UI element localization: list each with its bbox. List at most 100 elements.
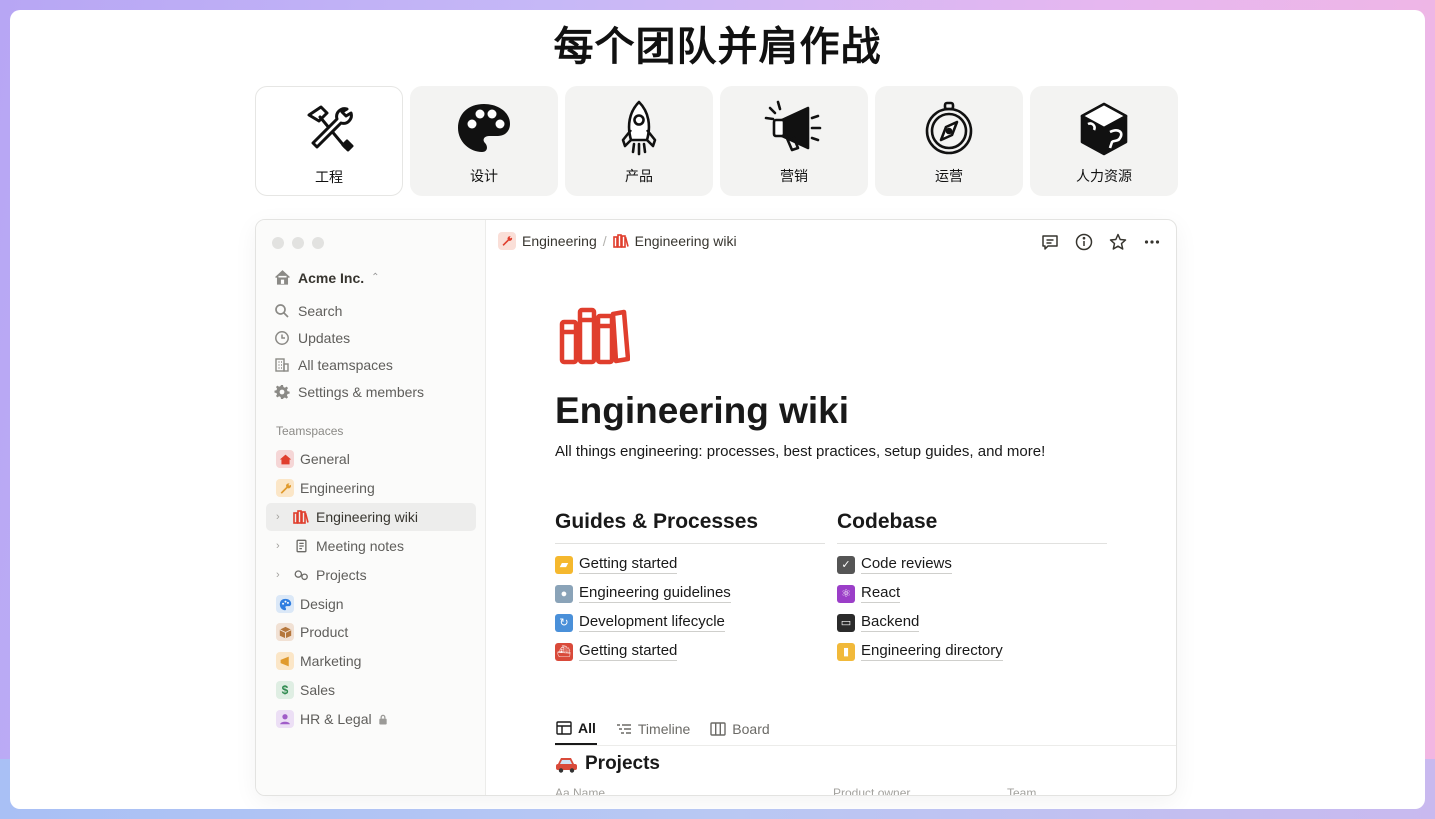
info-icon[interactable] <box>1074 232 1094 252</box>
chevron-right-icon[interactable]: › <box>276 511 286 523</box>
codebase-link-engineering-directory[interactable]: ▮ Engineering directory <box>837 637 1107 666</box>
sidebar-item-label: Engineering wiki <box>316 509 418 525</box>
window-controls <box>272 237 324 249</box>
main-content: Engineering / Engineering wiki Engineeri… <box>486 220 1176 795</box>
compass-icon <box>925 101 973 155</box>
link-label: Getting started <box>579 642 678 661</box>
breadcrumb: Engineering / Engineering wiki <box>498 232 737 250</box>
team-tab-hr[interactable]: 人力资源 <box>1030 86 1178 196</box>
sidebar-item-engineering-wiki[interactable]: › Engineering wiki <box>266 503 476 531</box>
guide-link-development-lifecycle[interactable]: ↻ Development lifecycle <box>555 608 825 637</box>
link-label: Engineering directory <box>861 642 1003 661</box>
team-tab-product[interactable]: 产品 <box>565 86 713 196</box>
notepad-icon <box>292 537 310 555</box>
sidebar-item-product[interactable]: Product <box>266 618 476 646</box>
view-tabs: All Timeline Board <box>555 713 771 745</box>
tab-label: Board <box>732 721 770 737</box>
sidebar-nav-settings[interactable]: Settings & members <box>274 381 424 403</box>
chevron-right-icon[interactable]: › <box>276 569 286 581</box>
sidebar-item-marketing[interactable]: Marketing <box>266 647 476 675</box>
guide-link-getting-started-2[interactable]: ⛴ Getting started <box>555 637 825 666</box>
table-icon <box>556 721 572 735</box>
team-tab-operations[interactable]: 运营 <box>875 86 1023 196</box>
codebase-column: Codebase ✓ Code reviews ⚛ React ▭ Backen… <box>837 510 1107 666</box>
monitor-icon: ▭ <box>837 613 855 632</box>
cycle-icon: ↻ <box>555 613 573 632</box>
link-label: Engineering guidelines <box>579 584 731 603</box>
team-tabs: 工程 设计 产品 营销 运营 人力资源 <box>255 86 1178 196</box>
sidebar-item-design[interactable]: Design <box>266 590 476 618</box>
sidebar-nav-search[interactable]: Search <box>274 300 342 322</box>
guides-column: Guides & Processes ▰ Getting started ● E… <box>555 510 825 666</box>
team-tab-marketing[interactable]: 营销 <box>720 86 868 196</box>
workspace-switcher[interactable]: Acme Inc. ⌃ <box>274 269 380 286</box>
guide-link-engineering-guidelines[interactable]: ● Engineering guidelines <box>555 579 825 608</box>
sidebar-item-hr-legal[interactable]: HR & Legal <box>266 705 476 733</box>
codebase-link-backend[interactable]: ▭ Backend <box>837 608 1107 637</box>
sidebar-item-projects[interactable]: › Projects <box>266 561 476 589</box>
sidebar-item-general[interactable]: General <box>266 445 476 473</box>
team-tab-engineering[interactable]: 工程 <box>255 86 403 196</box>
link-label: Getting started <box>579 555 678 574</box>
comment-icon[interactable] <box>1040 232 1060 252</box>
feature-card: 每个团队并肩作战 工程 设计 产品 营销 运营 人力资源 Acme Inc. ⌃… <box>10 10 1425 809</box>
gear-icon <box>274 385 290 399</box>
more-icon[interactable] <box>1142 232 1162 252</box>
guides-heading: Guides & Processes <box>555 510 825 544</box>
team-tab-design[interactable]: 设计 <box>410 86 558 196</box>
car-icon <box>556 758 577 773</box>
gears-icon <box>292 566 310 584</box>
megaphone-icon <box>764 100 822 152</box>
codebase-link-code-reviews[interactable]: ✓ Code reviews <box>837 550 1107 579</box>
team-tab-label: 工程 <box>315 170 343 186</box>
books-icon <box>612 234 629 248</box>
views-divider <box>555 745 1176 746</box>
sidebar-item-sales[interactable]: $ Sales <box>266 676 476 704</box>
tab-all[interactable]: All <box>555 713 597 745</box>
top-actions <box>1040 232 1162 252</box>
minimize-dot[interactable] <box>292 237 304 249</box>
sidebar-item-label: Meeting notes <box>316 538 404 554</box>
chevron-right-icon[interactable]: › <box>276 540 286 552</box>
sidebar: Acme Inc. ⌃ Search Updates All teamspace… <box>256 220 486 795</box>
robot-icon: ● <box>555 584 573 603</box>
sidebar-item-engineering[interactable]: Engineering <box>266 474 476 502</box>
tab-label: All <box>578 720 596 736</box>
tab-board[interactable]: Board <box>709 713 770 745</box>
sidebar-item-label: Product <box>300 624 349 640</box>
link-label: React <box>861 584 901 603</box>
link-label: Backend <box>861 613 920 632</box>
sidebar-item-meeting-notes[interactable]: › Meeting notes <box>266 532 476 560</box>
team-tab-label: 产品 <box>625 169 653 185</box>
guide-link-getting-started[interactable]: ▰ Getting started <box>555 550 825 579</box>
workspace-name: Acme Inc. <box>298 269 365 286</box>
star-icon[interactable] <box>1108 232 1128 252</box>
breadcrumb-separator: / <box>602 233 607 249</box>
close-dot[interactable] <box>272 237 284 249</box>
books-icon <box>559 307 630 365</box>
team-tab-label: 设计 <box>470 169 498 185</box>
codebase-link-react[interactable]: ⚛ React <box>837 579 1107 608</box>
breadcrumb-engineering-wiki[interactable]: Engineering wiki <box>612 233 737 249</box>
sidebar-item-label: Design <box>300 596 344 612</box>
column-header-name[interactable]: Aa Name <box>555 786 605 795</box>
search-icon <box>275 304 289 318</box>
sidebar-nav-teamspaces[interactable]: All teamspaces <box>274 354 393 376</box>
hammer-wrench-icon <box>307 105 354 152</box>
zoom-dot[interactable] <box>312 237 324 249</box>
palette-icon <box>458 104 510 152</box>
database-title[interactable]: Projects <box>555 753 660 775</box>
column-header-product-owner[interactable]: Product owner <box>833 786 910 795</box>
chevron-updown-icon: ⌃ <box>371 272 380 283</box>
dollar-icon: $ <box>276 681 294 699</box>
column-header-team[interactable]: Team <box>1007 786 1036 795</box>
sidebar-item-label: General <box>300 451 350 467</box>
tab-timeline[interactable]: Timeline <box>615 713 691 745</box>
tractor-icon: ▰ <box>555 555 573 574</box>
sidebar-nav-updates[interactable]: Updates <box>274 327 350 349</box>
building-icon <box>275 358 289 372</box>
notebook-icon: ▮ <box>837 642 855 661</box>
breadcrumb-label: Engineering wiki <box>634 233 737 249</box>
rocket-icon <box>621 100 657 156</box>
breadcrumb-engineering[interactable]: Engineering <box>498 232 597 250</box>
